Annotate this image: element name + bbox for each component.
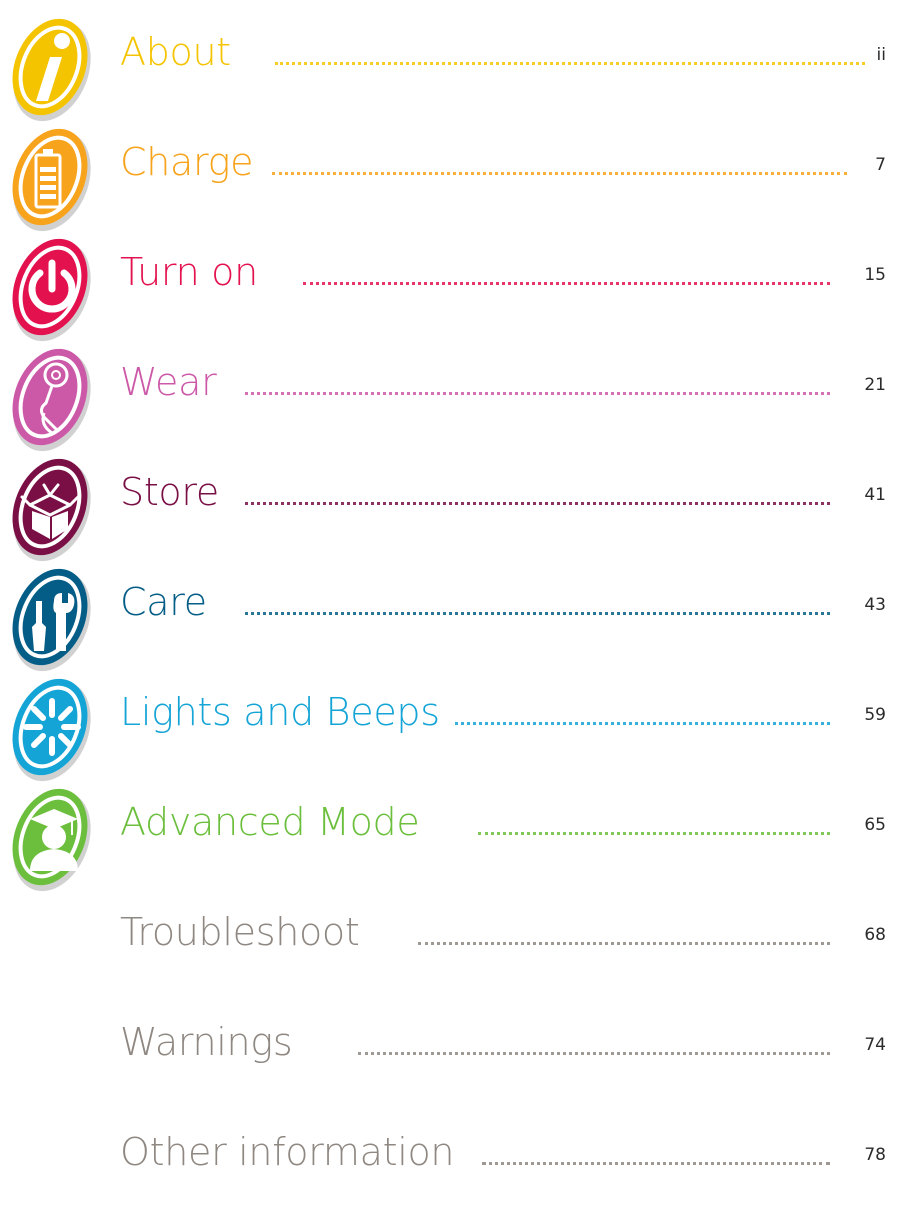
- toc-entry-warnings[interactable]: Warnings 74: [0, 1005, 898, 1115]
- toc-page-warnings: 74: [864, 1035, 886, 1055]
- toc-title-care: Care: [120, 580, 207, 624]
- toc-entry-charge[interactable]: Charge 7: [0, 125, 898, 235]
- toc-leader: [358, 1046, 830, 1055]
- toc-title-wear: Wear: [120, 360, 217, 404]
- toc-page-wear: 21: [864, 375, 886, 395]
- toc-leader: [455, 716, 830, 725]
- toc-title-lights-and-beeps: Lights and Beeps: [120, 690, 440, 734]
- toc-leader: [245, 386, 830, 395]
- toc-title-turn-on: Turn on: [120, 250, 258, 294]
- toc-leader: [275, 56, 865, 65]
- toc-leader: [245, 496, 830, 505]
- tools-icon: [0, 565, 120, 675]
- toc-page-advanced-mode: 65: [864, 815, 886, 835]
- toc-leader: [272, 166, 847, 175]
- light-burst-icon: [0, 675, 120, 785]
- toc-page-charge: 7: [875, 155, 886, 175]
- info-icon: [0, 15, 120, 125]
- battery-icon: [0, 125, 120, 235]
- toc-entry-advanced-mode[interactable]: Advanced Mode 65: [0, 785, 898, 895]
- toc-page-about: ii: [876, 45, 886, 65]
- toc-title-advanced-mode: Advanced Mode: [120, 800, 420, 844]
- toc-entry-troubleshoot[interactable]: Troubleshoot 68: [0, 895, 898, 1005]
- hearing-aid-icon: [0, 345, 120, 455]
- toc-title-other-information: Other information: [120, 1130, 455, 1174]
- toc-entry-about[interactable]: About ii: [0, 15, 898, 125]
- toc-title-about: About: [120, 30, 231, 74]
- power-icon: [0, 235, 120, 345]
- toc-entry-store[interactable]: Store 41: [0, 455, 898, 565]
- toc-title-warnings: Warnings: [120, 1020, 293, 1064]
- toc-entry-care[interactable]: Care 43: [0, 565, 898, 675]
- toc-leader: [482, 1156, 830, 1165]
- toc-page-other-information: 78: [864, 1145, 886, 1165]
- toc-page-troubleshoot: 68: [864, 925, 886, 945]
- toc-leader: [478, 826, 830, 835]
- toc-page-care: 43: [864, 595, 886, 615]
- toc-entry-turn-on[interactable]: Turn on 15: [0, 235, 898, 345]
- toc-page-turn-on: 15: [864, 265, 886, 285]
- toc-entry-lights-and-beeps[interactable]: Lights and Beeps 59: [0, 675, 898, 785]
- toc-page-lights-and-beeps: 59: [864, 705, 886, 725]
- toc-page-store: 41: [864, 485, 886, 505]
- toc-leader: [245, 606, 830, 615]
- toc-entry-other-information[interactable]: Other information 78: [0, 1115, 898, 1225]
- toc-leader: [418, 936, 830, 945]
- graduate-icon: [0, 785, 120, 895]
- toc-title-troubleshoot: Troubleshoot: [120, 910, 360, 954]
- toc-title-store: Store: [120, 470, 219, 514]
- toc-leader: [303, 276, 830, 285]
- toc-entry-wear[interactable]: Wear 21: [0, 345, 898, 455]
- toc-title-charge: Charge: [120, 140, 254, 184]
- box-icon: [0, 455, 120, 565]
